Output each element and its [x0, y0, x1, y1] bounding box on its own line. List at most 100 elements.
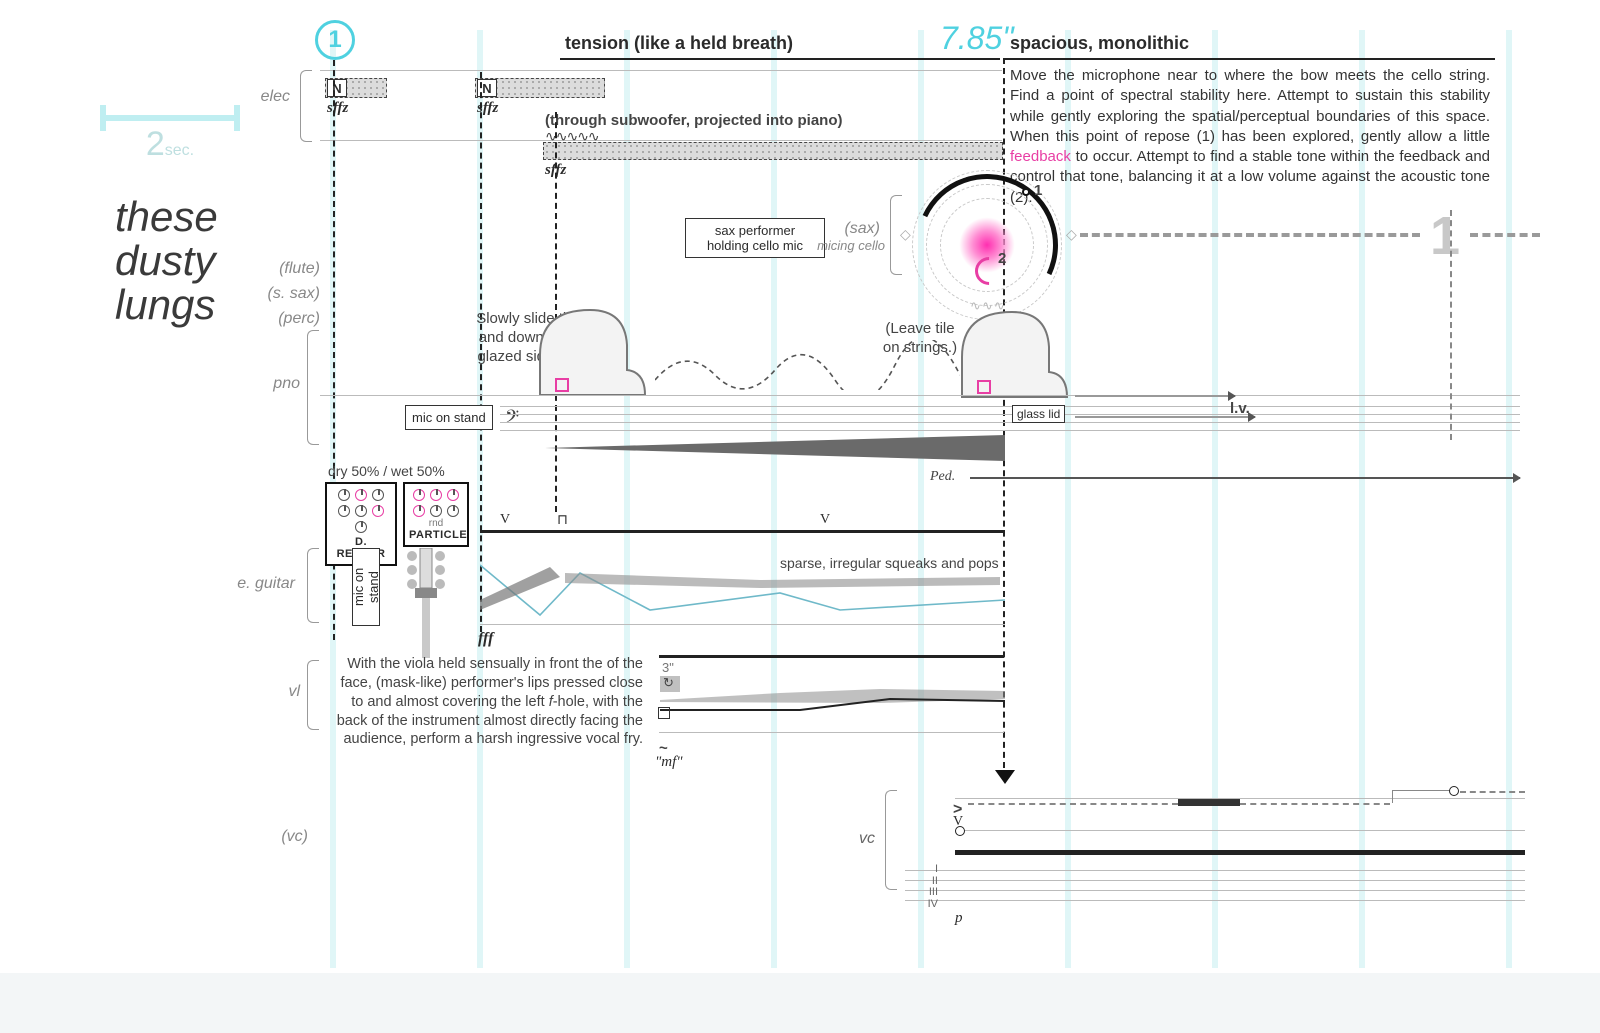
- pno-lv-arrow-2: [1075, 416, 1255, 418]
- system-barline-main: [1003, 58, 1005, 778]
- label-vc-right: vc: [855, 830, 875, 848]
- elec-staff-top: [320, 70, 1002, 71]
- pno-pink-marker-2: [977, 380, 991, 394]
- vl-gesture: [660, 685, 1005, 715]
- sax-node-right: ◇: [1066, 226, 1077, 244]
- vc-bow-step-up: [1392, 790, 1452, 791]
- vc-bowlane-top: [955, 798, 1525, 799]
- label-sax-paren: (sax): [825, 220, 880, 238]
- label-vl: vl: [280, 683, 300, 701]
- time-gridline: [771, 30, 777, 968]
- expression-right: spacious, monolithic: [1010, 33, 1189, 54]
- vc-bow-solid: [1178, 799, 1240, 806]
- pedal-mix-label: dry 50% / wet 50%: [328, 463, 445, 481]
- pno-ped: Ped.: [930, 468, 955, 486]
- crescendo-wedge: [545, 435, 1005, 461]
- roman-I: I: [918, 864, 938, 876]
- title-line: lungs: [115, 283, 218, 327]
- vc-harmonic-circle: [955, 826, 965, 836]
- bow-mark-v-2: V: [820, 512, 830, 528]
- rehearsal-mark: 1: [315, 20, 355, 60]
- label-perc: (perc): [265, 310, 320, 328]
- pno-staff-1: [320, 395, 1520, 396]
- performance-instruction-paragraph: Move the microphone near to where the bo…: [1010, 66, 1490, 208]
- guitar-headstock-icon: [390, 548, 460, 658]
- pedal-particle-label: PARTICLE: [409, 529, 463, 541]
- label-pno: pno: [260, 375, 300, 393]
- brace-pno: [307, 330, 319, 445]
- sax-performer-note: sax performer holding cello mic: [685, 218, 825, 258]
- pedal-rnd-label: rnd: [409, 518, 463, 529]
- elec-subwoofer-block: [543, 142, 1003, 160]
- orb-label-1: 1: [1034, 182, 1042, 201]
- ruler-value: 2: [146, 125, 165, 163]
- sax-node-left: ◇: [900, 226, 911, 244]
- vc-staff-IV: [905, 900, 1525, 901]
- pno-staff-3: [500, 414, 1520, 415]
- pno-pink-marker-1: [555, 378, 569, 392]
- label-eguitar: e. guitar: [225, 575, 295, 593]
- vc-staff-I: [905, 870, 1525, 871]
- pno-ped-arrow: [970, 477, 1520, 479]
- piano-lid-icon-2: [957, 302, 1077, 402]
- piano-lid-icon-1: [535, 300, 655, 400]
- pno-lv-arrow-1: [1075, 395, 1235, 397]
- ghost-barline: [1450, 210, 1452, 440]
- vl-bar-bot: [659, 732, 1004, 733]
- pedal-particle: rnd PARTICLE: [403, 482, 469, 547]
- vl-square-notehead: [658, 707, 670, 719]
- orb-label-2: 2: [998, 250, 1006, 269]
- vc-bow-step-v: [1392, 790, 1393, 803]
- piece-title: these dusty lungs: [115, 195, 218, 327]
- sax-dashed-trajectory: [1080, 233, 1420, 237]
- label-sax-micing: micing cello: [815, 238, 885, 253]
- expression-left: tension (like a held breath): [565, 33, 793, 54]
- arrow-down-icon: [995, 770, 1015, 784]
- vl-instruction: With the viola held sensually in front t…: [330, 655, 643, 749]
- vc-roman-numerals: I II III IV: [918, 864, 938, 910]
- timecode: 7.85": [940, 20, 1014, 57]
- top-rule-left: [560, 58, 1000, 60]
- vc-bow-dash-1: [968, 803, 1178, 805]
- pno-mic-box: mic on stand: [405, 405, 493, 430]
- eguitar-fff: fff: [478, 630, 493, 648]
- pno-staff-4: [500, 422, 1520, 423]
- time-scale-ruler: 2sec.: [100, 115, 240, 164]
- top-rule-right: [1005, 58, 1495, 60]
- brace-vl: [307, 660, 319, 730]
- title-line: dusty: [115, 239, 218, 283]
- vc-harmonic-circle-2: [1449, 786, 1459, 796]
- eguitar-sparse-note: sparse, irregular squeaks and pops: [780, 555, 999, 573]
- label-vc-paren: (vc): [278, 828, 308, 846]
- vl-duration: 3": [662, 660, 674, 676]
- ghost-rehearsal-1: 1: [1430, 205, 1460, 267]
- time-gridline: [624, 30, 630, 968]
- brace-elec: [300, 70, 312, 142]
- label-flute: (flute): [260, 260, 320, 278]
- elec-sffz-1: sffz: [327, 100, 348, 117]
- footer-strip: [0, 973, 1600, 1033]
- sax-dashed-trajectory-2: [1470, 233, 1540, 237]
- roman-III: III: [918, 887, 938, 899]
- brace-eguitar: [307, 548, 319, 623]
- elec-staff-bot: [320, 140, 1002, 141]
- feedback-highlight: feedback: [1010, 148, 1071, 165]
- eguitar-bar-top: [480, 530, 1005, 533]
- time-gridline: [1506, 30, 1512, 968]
- elec-n-tag-1: N: [327, 79, 347, 97]
- bass-clef-icon: 𝄢: [505, 405, 519, 433]
- pno-staff-5: [500, 430, 1520, 431]
- vc-staff-II: [905, 880, 1525, 881]
- bow-mark-v-1: V: [500, 512, 510, 528]
- vc-heavy-bar: [955, 850, 1525, 855]
- bow-down-mark-1: ⊓: [557, 512, 568, 529]
- vc-bow-dash-3: [1460, 791, 1525, 793]
- vc-bowlane-bot: [955, 830, 1525, 831]
- label-elec: elec: [250, 88, 290, 106]
- vc-staff-III: [905, 890, 1525, 891]
- label-ssax: (s. sax): [260, 285, 320, 303]
- title-line: these: [115, 195, 218, 239]
- vl-bar-top: [659, 655, 1004, 658]
- eguitar-mic-box: mic on stand: [352, 548, 380, 626]
- pno-glass-lid: glass lid: [1012, 405, 1065, 423]
